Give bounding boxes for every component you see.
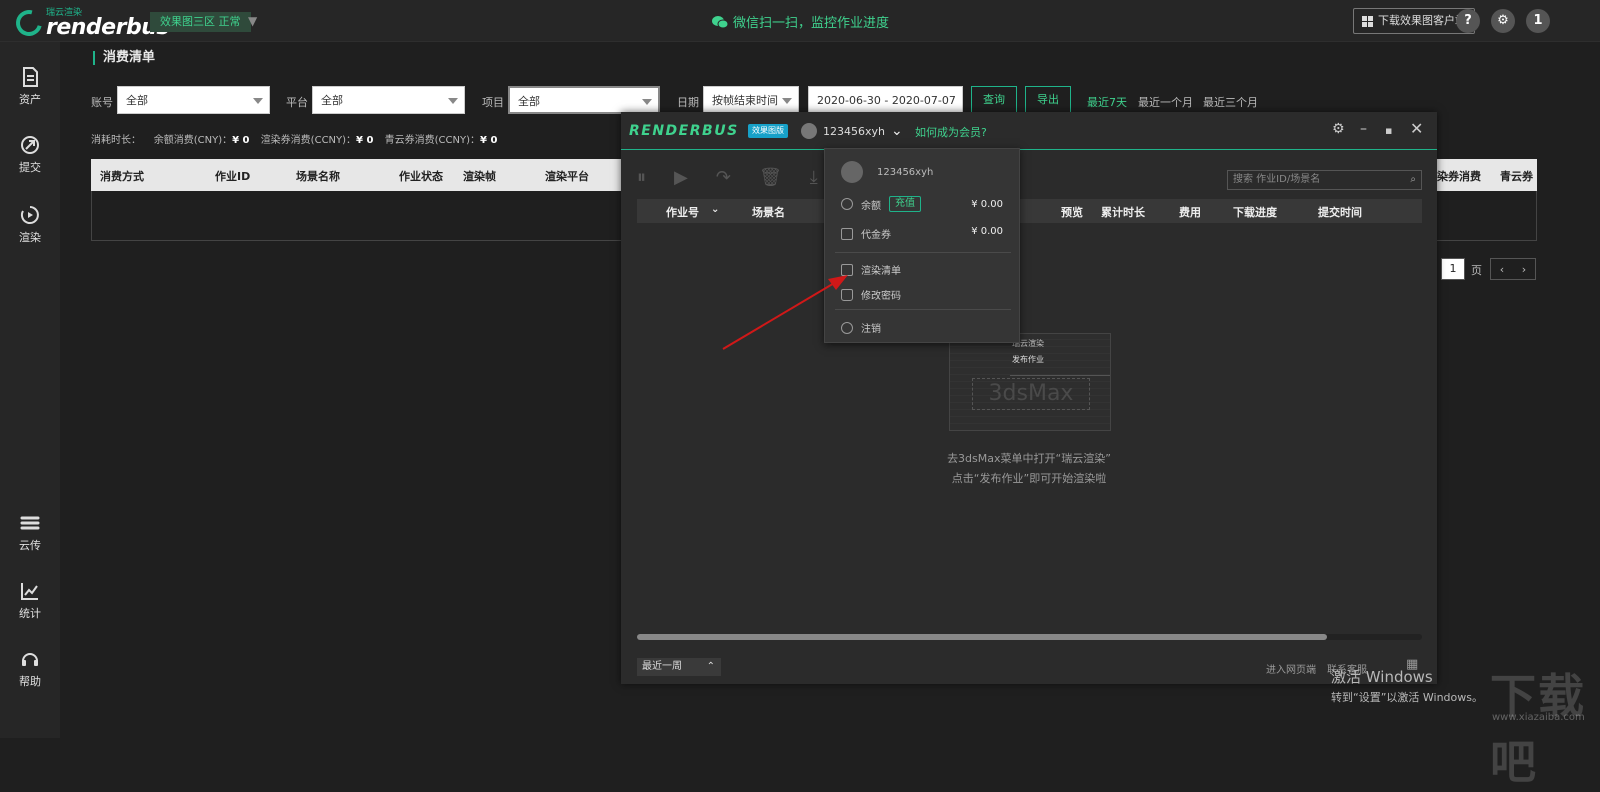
activation-title: 激活 Windows [1331, 668, 1433, 686]
site-watermark: 下载吧 [1490, 669, 1586, 789]
activation-subtitle: 转到“设置”以激活 Windows。 [1331, 691, 1483, 704]
site-watermark-url: www.xiazaiba.com [1492, 712, 1585, 723]
windows-activation-watermark: 激活 Windows 转到“设置”以激活 Windows。 [1331, 666, 1483, 705]
annotation-arrow [722, 275, 848, 350]
